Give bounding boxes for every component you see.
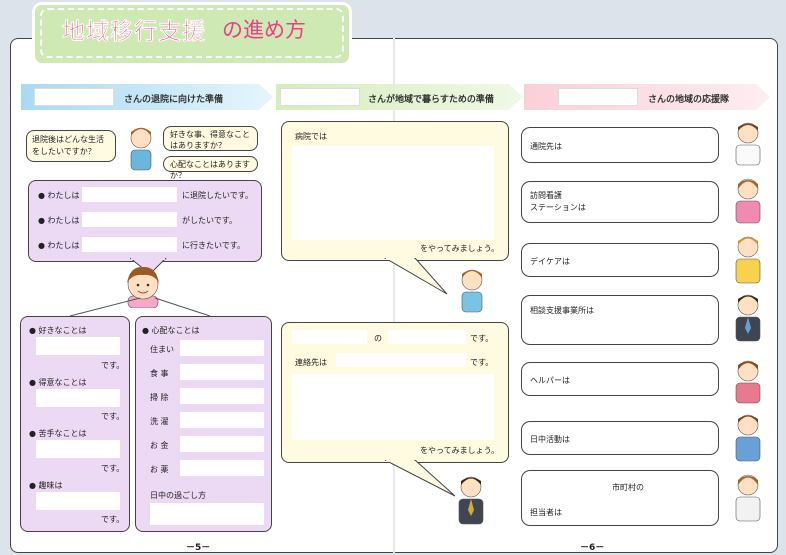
support-activity-label: 日中活動は — [530, 435, 570, 444]
wish-3-prefix: ● わたしは — [38, 241, 80, 250]
strengths-label: ● 得意なことは — [29, 378, 87, 387]
header-3-label: さんの地域の応援隊 — [648, 95, 730, 105]
speech-bubble-1: 退院後はどんな生活をしたいですか？ — [26, 130, 116, 162]
hospital-box-tail — [384, 258, 448, 295]
worry-meals-field[interactable] — [180, 364, 264, 380]
support-hospital-field[interactable] — [566, 134, 712, 156]
worry-housing-label: 住まい — [150, 345, 174, 354]
support-helper-field[interactable] — [580, 368, 712, 390]
support-daycare-field[interactable] — [576, 249, 712, 271]
doctor-figure — [735, 122, 761, 166]
support-nursing-field[interactable] — [586, 188, 712, 216]
worry-laundry-field[interactable] — [180, 412, 264, 428]
hobbies-label: ● 趣味は — [29, 481, 63, 490]
helper-figure — [735, 360, 761, 404]
contact-number-field[interactable] — [336, 353, 466, 367]
worry-medicine-field[interactable] — [180, 460, 264, 476]
wish-1-suffix: に退院したいです。 — [182, 191, 253, 200]
support-officer-label: 担当者は — [530, 508, 562, 517]
worry-medicine-label: お 薬 — [150, 465, 169, 474]
title-main: 地域移行支援 — [62, 19, 206, 45]
wish-2-prefix: ● わたしは — [38, 216, 80, 225]
title-sub: の進め方 — [222, 18, 306, 42]
speech-bubble-3: 心配なことはありますか？ — [163, 156, 258, 180]
contact-org-field[interactable] — [292, 330, 367, 344]
header-2-label: さんが地域で暮らすための準備 — [368, 95, 494, 105]
support-consult-field[interactable] — [576, 318, 712, 338]
header-1-label: さんの退院に向けた準備 — [124, 95, 224, 105]
worry-daytime-label: 日中の過ごし方 — [150, 491, 206, 500]
consultant-figure — [735, 294, 761, 342]
strengths-field[interactable] — [36, 389, 120, 407]
page-number-left: －5－ — [186, 543, 211, 553]
nurse-figure-1 — [130, 127, 152, 171]
speech-bubble-2: 好きな事、得意なことはありますか？ — [163, 126, 258, 151]
likes-desu: です。 — [101, 361, 125, 370]
worry-cleaning-label: 掃 除 — [150, 393, 169, 402]
worry-laundry-label: 洗 濯 — [150, 417, 169, 426]
worry-meals-label: 食 事 — [150, 369, 169, 378]
support-hospital-label: 通院先は — [530, 142, 562, 151]
wish-2-field[interactable] — [82, 212, 177, 227]
weaknesses-label: ● 苦手なことは — [29, 429, 87, 438]
weaknesses-desu: です。 — [101, 464, 125, 473]
wish-3-suffix: に行きたいです。 — [182, 241, 245, 250]
nurse-figure-3 — [735, 178, 761, 224]
contact-no: の — [374, 334, 382, 343]
worry-housing-field[interactable] — [180, 340, 264, 356]
wish-2-suffix: がしたいです。 — [182, 216, 237, 225]
contact-person-field[interactable] — [388, 330, 466, 344]
wish-3-field[interactable] — [82, 237, 177, 252]
support-city-field[interactable] — [530, 476, 604, 494]
name-field-2[interactable] — [280, 88, 360, 106]
support-daycare-label: デイケアは — [530, 257, 570, 266]
support-activity-field[interactable] — [578, 427, 712, 449]
contact-desu-2: です。 — [470, 358, 494, 367]
weaknesses-field[interactable] — [36, 440, 120, 458]
hospital-footer: をやってみましょう。 — [420, 244, 500, 253]
support-officer-field[interactable] — [568, 500, 712, 520]
contact-footer: をやってみましょう。 — [420, 446, 500, 455]
speech-2-text: 好きな事、得意なことはありますか？ — [170, 130, 250, 150]
hospital-label: 病院では — [295, 132, 327, 141]
page-number-right: －6－ — [580, 543, 605, 553]
strengths-desu: です。 — [101, 412, 125, 421]
hobbies-field[interactable] — [36, 492, 120, 510]
worries-label: ● 心配なことは — [142, 326, 200, 335]
support-city-label: 市町村の — [612, 483, 644, 492]
hobbies-desu: です。 — [101, 515, 125, 524]
wish-1-prefix: ● わたしは — [38, 191, 80, 200]
daycare-staff-figure — [735, 236, 761, 284]
likes-label: ● 好きなことは — [29, 326, 87, 335]
likes-field[interactable] — [36, 337, 120, 355]
name-field-3[interactable] — [558, 88, 638, 106]
worry-money-field[interactable] — [180, 436, 264, 452]
worry-money-label: お 金 — [150, 441, 169, 450]
nurse-figure-2 — [461, 269, 483, 313]
speech-1-text: 退院後はどんな生活をしたいですか？ — [32, 135, 104, 156]
name-field-1[interactable] — [34, 88, 114, 106]
support-consult-label: 相談支援事業所は — [530, 306, 594, 315]
hospital-field[interactable] — [292, 146, 494, 240]
worry-daytime-field[interactable] — [150, 503, 264, 525]
worry-cleaning-field[interactable] — [180, 388, 264, 404]
contact-desu-1: です。 — [470, 334, 494, 343]
support-helper-label: ヘルパーは — [530, 376, 570, 385]
staff-figure — [458, 476, 484, 525]
contact-activity-field[interactable] — [292, 374, 494, 440]
wish-1-field[interactable] — [82, 187, 177, 202]
municipal-staff-figure — [735, 474, 761, 522]
support-nursing-label: 訪問看護 ステーションは — [530, 191, 586, 212]
contact-renraku-label: 連絡先は — [295, 358, 327, 367]
activity-staff-figure — [735, 414, 761, 462]
